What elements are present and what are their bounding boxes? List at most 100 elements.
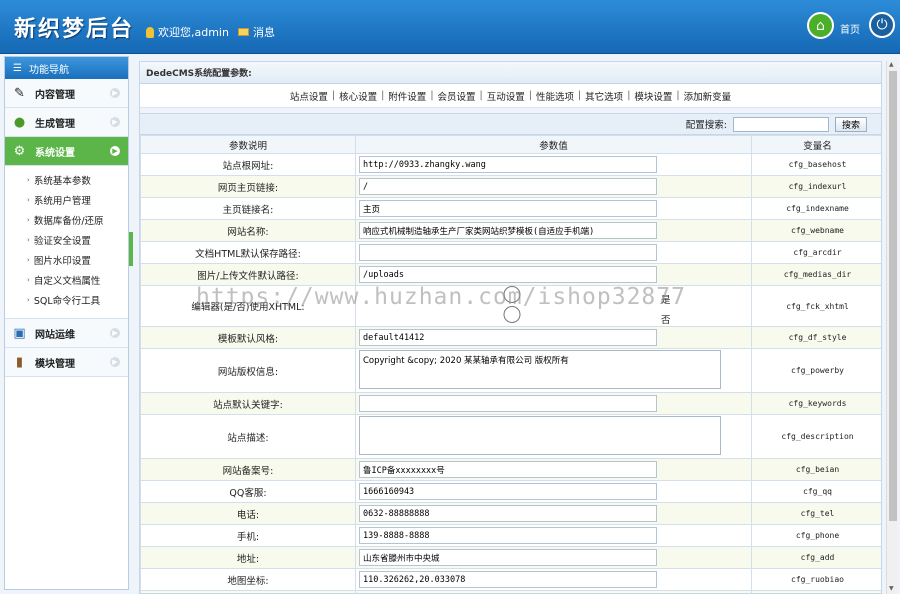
submenu-label[interactable]: 系统基本参数 [34,173,91,187]
menu-content-manage[interactable]: ✎ 内容管理 ▶ [5,79,128,108]
param-label: QQ客服: [140,480,356,503]
param-input[interactable] [359,395,657,412]
table-row: 网站备案号: cfg_beian [140,458,881,481]
chevron-right-icon: ▶ [110,88,120,98]
tab-performance[interactable]: 性能选项 [536,89,574,103]
submenu-item[interactable]: › 自定义文档属性 [5,270,128,290]
top-bar: 新织梦后台 欢迎您,admin 消息 ⌂ 首页 ⏻ [0,0,900,54]
param-value-cell [355,590,752,593]
chevron-right-icon: ▶ [110,146,120,156]
menu-label: 内容管理 [35,89,75,101]
tab-separator: | [331,90,336,101]
tab-add-variable[interactable]: 添加新变量 [684,89,732,103]
sidebar-toggle[interactable] [129,232,133,266]
table-row: 网站名称: cfg_webname [140,219,881,242]
param-input[interactable] [359,329,657,346]
gear-icon: ⚙ [13,143,26,159]
param-input[interactable] [359,527,657,544]
param-textarea[interactable]: Copyright &copy; 2020 某某轴承有限公司 版权所有 [359,349,721,389]
param-input[interactable] [359,483,657,500]
tab-member[interactable]: 会员设置 [438,89,476,103]
param-input[interactable] [359,200,657,217]
table-row: 主页链接名: cfg_indexname [140,197,881,220]
scrollbar-thumb[interactable] [889,71,897,521]
variable-name: cfg_phone [751,524,881,547]
chevron-right-icon: ▶ [110,117,120,127]
radio-button[interactable] [363,286,661,303]
param-input[interactable] [359,549,657,566]
param-value-cell [355,175,752,198]
table-row: 编辑器(是/否)使用XHTML: 是否 cfg_fck_xhtml [140,285,881,327]
submenu-item[interactable]: › 系统用户管理 [5,190,128,210]
tab-separator: | [528,90,532,101]
variable-name: cfg_weixin [751,590,881,593]
submenu-item[interactable]: › 图片水印设置 [5,250,128,270]
submenu-label[interactable]: 图片水印设置 [34,253,91,267]
tab-site[interactable]: 站点设置 [290,89,328,103]
home-link[interactable]: 首页 [840,21,860,36]
submenu-label[interactable]: 自定义文档属性 [34,273,101,287]
chevron-right-icon: ▶ [110,357,120,367]
menu-site-ops[interactable]: ▣ 网站运维 ▶ [5,319,128,348]
submenu-label[interactable]: 系统用户管理 [34,193,91,207]
param-value-cell [355,414,752,459]
scroll-up-icon[interactable]: ▲ [889,61,894,68]
welcome-label: 欢迎您,admin [158,26,229,39]
tab-module[interactable]: 模块设置 [634,89,672,103]
variable-name: cfg_tel [751,502,881,525]
main-panel: DedeCMS系统配置参数: 站点设置 | 核心设置 | 附件设置 | 会员设置 | 互… [139,61,882,594]
messages-link[interactable]: 消息 [238,24,275,40]
menu-module-manage[interactable]: ▮ 模块管理 ▶ [5,348,128,377]
param-input[interactable] [359,222,657,239]
radio-button[interactable] [363,306,661,323]
param-value-cell [355,458,752,481]
param-label: 编辑器(是/否)使用XHTML: [140,285,356,327]
bullet-icon: › [27,276,30,284]
variable-name: cfg_description [751,414,881,459]
submenu-item[interactable]: › 系统基本参数 [5,170,128,190]
search-label: 配置搜索: [685,120,727,131]
param-label: 手机: [140,524,356,547]
power-icon[interactable]: ⏻ [869,12,895,38]
submenu-item[interactable]: › 数据库备份/还原 [5,210,128,230]
column-header: 参数值 [355,135,752,154]
param-input[interactable] [359,571,657,588]
column-header: 变量名 [751,135,881,154]
scroll-down-icon[interactable]: ▼ [889,585,894,592]
search-button[interactable]: 搜索 [834,116,867,132]
param-label: 微信号: [140,590,356,593]
submenu-label[interactable]: SQL命令行工具 [34,293,100,307]
tab-attachment[interactable]: 附件设置 [388,89,426,103]
tab-other[interactable]: 其它选项 [585,89,623,103]
param-input[interactable] [359,178,657,195]
table-row: 图片/上传文件默认路径: cfg_medias_dir [140,263,881,286]
submenu-list: › 系统基本参数 › 系统用户管理 › 数据库备份/还原 › 验证安全设置 › 图片水印设… [5,166,128,319]
tab-core[interactable]: 核心设置 [339,89,377,103]
home-icon[interactable]: ⌂ [807,12,834,39]
submenu-label[interactable]: 验证安全设置 [34,233,91,247]
submenu-item[interactable]: › SQL命令行工具 [5,290,128,310]
param-input[interactable] [359,461,657,478]
table-row: 文档HTML默认保存路径: cfg_arcdir [140,241,881,264]
submenu-item[interactable]: › 验证安全设置 [5,230,128,250]
param-input[interactable] [359,505,657,522]
param-textarea[interactable] [359,415,721,455]
menu-generate-manage[interactable]: ● 生成管理 ▶ [5,108,128,137]
param-value-cell [355,502,752,525]
search-input[interactable] [732,116,829,132]
scrollbar[interactable]: ▲ ▼ [886,61,898,594]
param-input[interactable] [359,156,657,173]
table-row: QQ客服: cfg_qq [140,480,881,503]
table-row: 站点默认关键字: cfg_keywords [140,392,881,415]
variable-name: cfg_arcdir [751,241,881,264]
menu-system-settings[interactable]: ⚙ 系统设置 ▶ [5,137,128,166]
messages-label[interactable]: 消息 [253,24,275,40]
param-label: 网页主页链接: [140,175,356,198]
tab-interaction[interactable]: 互动设置 [487,89,525,103]
param-value-cell: 是否 [355,285,752,327]
param-input[interactable] [359,266,657,283]
param-value-cell [355,568,752,591]
app-logo: 新织梦后台 [14,16,135,42]
submenu-label[interactable]: 数据库备份/还原 [34,213,104,227]
param-input[interactable] [359,244,657,261]
